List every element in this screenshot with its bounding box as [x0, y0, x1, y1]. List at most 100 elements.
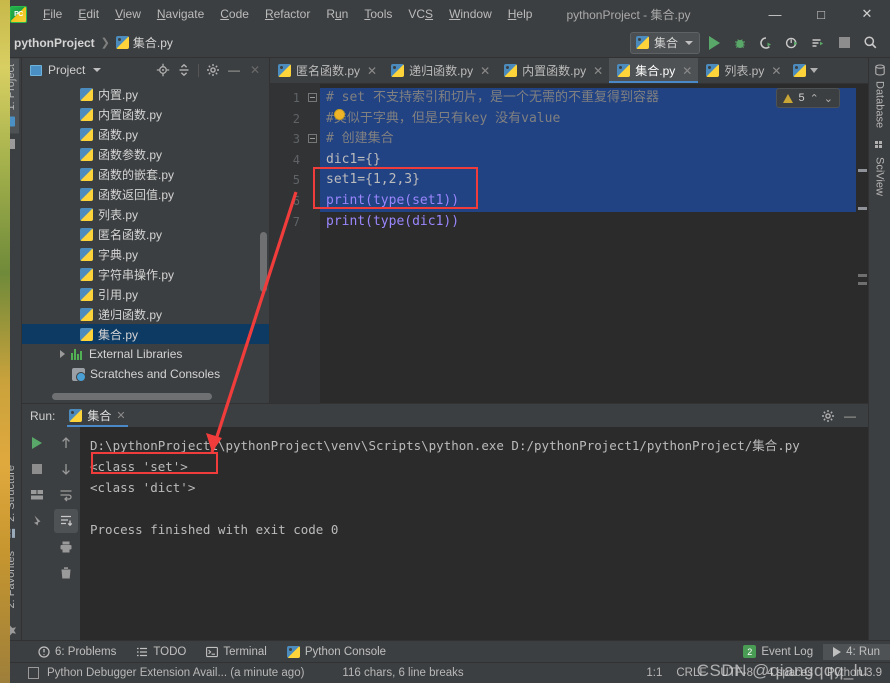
intention-bulb-icon[interactable]	[334, 109, 345, 120]
close-tab-icon[interactable]: ✕	[116, 409, 125, 422]
editor-tab-3-active[interactable]: 集合.py ✕	[609, 58, 698, 83]
tree-item-10[interactable]: 引用.py	[22, 284, 269, 304]
scroll-up-button[interactable]	[54, 431, 78, 455]
tree-item-5[interactable]: 函数返回值.py	[22, 184, 269, 204]
tree-item-external-libraries[interactable]: External Libraries	[22, 344, 269, 364]
project-tree-horizontal-scrollbar[interactable]	[52, 393, 212, 400]
code-line-3[interactable]: # 创建集合	[320, 129, 856, 150]
chevron-down-icon[interactable]	[810, 68, 818, 73]
inspection-widget[interactable]: 5 ⌃ ⌄	[776, 88, 840, 108]
run-console-output[interactable]: D:\pythonProject1\pythonProject\venv\Scr…	[80, 427, 868, 640]
collapse-all-icon[interactable]	[174, 60, 194, 80]
sidebar-tab-sciview[interactable]: SciView	[872, 134, 888, 202]
editor-marker-stripe[interactable]	[856, 84, 868, 403]
settings-gear-icon[interactable]	[203, 60, 223, 80]
tree-item-4[interactable]: 函数的嵌套.py	[22, 164, 269, 184]
bottom-tab-terminal[interactable]: Terminal	[196, 644, 276, 660]
tree-item-scratches[interactable]: Scratches and Consoles	[22, 364, 269, 384]
tree-item-2[interactable]: 函数.py	[22, 124, 269, 144]
scroll-down-button[interactable]	[54, 457, 78, 481]
tree-item-7[interactable]: 匿名函数.py	[22, 224, 269, 244]
code-line-2[interactable]: #类似于字典，但是只有key 没有value	[320, 109, 856, 130]
breadcrumb-project[interactable]: pythonProject	[14, 36, 95, 50]
run-with-coverage-button[interactable]	[754, 32, 778, 54]
tree-item-6[interactable]: 列表.py	[22, 204, 269, 224]
run-with-parameters-button[interactable]	[806, 32, 830, 54]
restore-layout-button[interactable]	[25, 483, 49, 507]
tree-item-3[interactable]: 函数参数.py	[22, 144, 269, 164]
status-interpreter[interactable]: Python 3.9	[827, 667, 882, 679]
chevron-right-icon[interactable]	[60, 350, 65, 358]
status-encoding[interactable]: UTF-8	[720, 667, 753, 679]
search-everywhere-button[interactable]	[858, 32, 882, 54]
menu-edit[interactable]: Edit	[70, 4, 107, 24]
event-log-tab[interactable]: 2 Event Log	[733, 643, 823, 660]
editor-tab-4[interactable]: 列表.py ✕	[698, 58, 787, 83]
hide-panel-icon[interactable]: —	[224, 60, 244, 80]
menu-vcs[interactable]: VCS	[400, 4, 441, 24]
code-line-6[interactable]: print(type(set1))	[320, 191, 856, 212]
breadcrumb-file[interactable]: 集合.py	[116, 34, 173, 51]
clear-all-button[interactable]	[54, 561, 78, 585]
stop-process-button[interactable]	[25, 457, 49, 481]
menu-code[interactable]: Code	[212, 4, 257, 24]
run-button[interactable]	[702, 32, 726, 54]
bottom-tab-run[interactable]: 4: Run	[823, 644, 890, 660]
menu-help[interactable]: Help	[500, 4, 541, 24]
tree-item-9[interactable]: 字符串操作.py	[22, 264, 269, 284]
tree-item-0[interactable]: 内置.py	[22, 84, 269, 104]
close-tab-icon[interactable]: ✕	[480, 64, 490, 78]
menu-bar[interactable]: FFileile Edit View Navigate Code Refacto…	[35, 4, 540, 24]
close-icon[interactable]: ✕	[245, 60, 265, 80]
tree-item-11[interactable]: 递归函数.py	[22, 304, 269, 324]
bottom-tab-python-console[interactable]: Python Console	[277, 644, 396, 660]
bottom-tab-problems[interactable]: 6: Problems	[28, 644, 126, 660]
scroll-to-end-button[interactable]	[54, 509, 78, 533]
tree-item-12-selected[interactable]: 集合.py	[22, 324, 269, 344]
close-tab-icon[interactable]: ✕	[682, 64, 692, 78]
code-text[interactable]: # set 不支持索引和切片，是一个无需的不重复得到容器 #类似于字典，但是只有…	[320, 84, 856, 403]
status-line-separator[interactable]: CRLF	[676, 667, 706, 679]
status-caret-position[interactable]: 1:1	[646, 667, 662, 679]
menu-navigate[interactable]: Navigate	[149, 4, 212, 24]
soft-wrap-button[interactable]	[54, 483, 78, 507]
menu-run[interactable]: Run	[318, 4, 356, 24]
rerun-button[interactable]	[25, 431, 49, 455]
notification-icon[interactable]	[28, 667, 39, 679]
editor-tab-2[interactable]: 内置函数.py ✕	[496, 58, 609, 83]
pin-tab-button[interactable]	[25, 509, 49, 533]
code-editor[interactable]: 1 2 3 4 5 6 7 # set	[270, 84, 868, 403]
print-button[interactable]	[54, 535, 78, 559]
close-button[interactable]: ✕	[844, 0, 890, 28]
locate-icon[interactable]	[153, 60, 173, 80]
code-line-7[interactable]: print(type(dic1))	[320, 212, 856, 233]
run-tab-active[interactable]: 集合 ✕	[63, 405, 131, 427]
close-tab-icon[interactable]: ✕	[771, 64, 781, 78]
menu-window[interactable]: Window	[441, 4, 500, 24]
menu-view[interactable]: View	[107, 4, 149, 24]
settings-gear-icon[interactable]	[818, 406, 838, 426]
chevron-down-icon[interactable]: ⌄	[824, 92, 833, 105]
chevron-up-icon[interactable]: ⌃	[810, 92, 819, 105]
code-line-4[interactable]: dic1={}	[320, 150, 856, 171]
code-line-5[interactable]: set1={1,2,3}	[320, 170, 856, 191]
bottom-tab-todo[interactable]: TODO	[126, 644, 196, 660]
profile-button[interactable]	[780, 32, 804, 54]
editor-tab-0[interactable]: 匿名函数.py ✕	[270, 58, 383, 83]
debug-button[interactable]	[728, 32, 752, 54]
sidebar-tab-database[interactable]: Database	[872, 58, 888, 134]
menu-file[interactable]: FFileile	[35, 4, 70, 24]
tree-item-1[interactable]: 内置函数.py	[22, 104, 269, 124]
stop-button[interactable]	[832, 32, 856, 54]
close-tab-icon[interactable]: ✕	[593, 64, 603, 78]
menu-refactor[interactable]: Refactor	[257, 4, 318, 24]
editor-tabs-overflow[interactable]	[787, 58, 824, 83]
tree-item-8[interactable]: 字典.py	[22, 244, 269, 264]
maximize-button[interactable]: □	[798, 0, 844, 28]
run-configuration-selector[interactable]: 集合	[630, 32, 700, 54]
code-folding-gutter[interactable]	[306, 84, 320, 403]
project-tree-vertical-scrollbar[interactable]	[260, 232, 267, 292]
project-tree[interactable]: 内置.py 内置函数.py 函数.py 函数参数.py 函数的嵌套.py 函数返…	[22, 82, 269, 403]
status-indent[interactable]: 4 spaces	[767, 667, 813, 679]
close-tab-icon[interactable]: ✕	[367, 64, 377, 78]
